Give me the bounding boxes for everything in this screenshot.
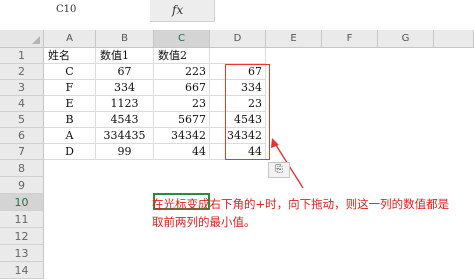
row-header-13[interactable]: 13 xyxy=(0,245,44,262)
cell-b7[interactable]: 99 xyxy=(96,144,154,160)
row-header-8[interactable]: 8 xyxy=(0,160,44,177)
column-header-b[interactable]: B xyxy=(96,30,154,48)
row-header-11[interactable]: 11 xyxy=(0,211,44,228)
annotation-text: 在光标变成右下角的+时，向下拖动，则这一列的数值都是取前两列的最小值。 xyxy=(152,197,450,229)
row-header-2[interactable]: 2 xyxy=(0,64,44,80)
row-header-14[interactable]: 14 xyxy=(0,262,44,279)
cell-b2[interactable]: 67 xyxy=(96,64,154,80)
row-header-4[interactable]: 4 xyxy=(0,96,44,112)
cell-c1[interactable]: 数值2 xyxy=(154,48,210,64)
cell-a7[interactable]: D xyxy=(44,144,96,160)
row-header-12[interactable]: 12 xyxy=(0,228,44,245)
cell-c7[interactable]: 44 xyxy=(154,144,210,160)
cell-a1[interactable]: 姓名 xyxy=(44,48,96,64)
column-header-d[interactable]: D xyxy=(210,30,266,48)
cell-b5[interactable]: 4543 xyxy=(96,112,154,128)
row-header-5[interactable]: 5 xyxy=(0,112,44,128)
cell-b4[interactable]: 1123 xyxy=(96,96,154,112)
row-header-9[interactable]: 9 xyxy=(0,177,44,194)
cell-a2[interactable]: C xyxy=(44,64,96,80)
cell-b6[interactable]: 334435 xyxy=(96,128,154,144)
result-highlight-box xyxy=(225,64,270,160)
cell-c6[interactable]: 34342 xyxy=(154,128,210,144)
cell-b1[interactable]: 数值1 xyxy=(96,48,154,64)
column-header-e[interactable]: E xyxy=(266,30,322,48)
column-header-a[interactable]: A xyxy=(44,30,96,48)
column-header-f[interactable]: F xyxy=(322,30,378,48)
row-header-1[interactable]: 1 xyxy=(0,48,44,64)
column-header-g[interactable]: G xyxy=(378,30,434,48)
cell-a3[interactable]: F xyxy=(44,80,96,96)
row-header-10[interactable]: 10 xyxy=(0,194,44,211)
select-all-icon xyxy=(32,36,40,44)
cell-b3[interactable]: 334 xyxy=(96,80,154,96)
row-header-7[interactable]: 7 xyxy=(0,144,44,160)
cell-a5[interactable]: B xyxy=(44,112,96,128)
select-all-corner[interactable] xyxy=(0,30,44,48)
cell-c3[interactable]: 667 xyxy=(154,80,210,96)
cell-c2[interactable]: 223 xyxy=(154,64,210,80)
cell-c4[interactable]: 23 xyxy=(154,96,210,112)
column-header-c[interactable]: C xyxy=(154,30,210,48)
row-header-3[interactable]: 3 xyxy=(0,80,44,96)
column-header-h[interactable] xyxy=(434,30,474,48)
row-header-6[interactable]: 6 xyxy=(0,128,44,144)
cell-a4[interactable]: E xyxy=(44,96,96,112)
cell-a6[interactable]: A xyxy=(44,128,96,144)
paste-options-icon[interactable]: ⎘ xyxy=(268,162,290,178)
cell-d1[interactable] xyxy=(210,48,266,64)
cell-c5[interactable]: 5677 xyxy=(154,112,210,128)
